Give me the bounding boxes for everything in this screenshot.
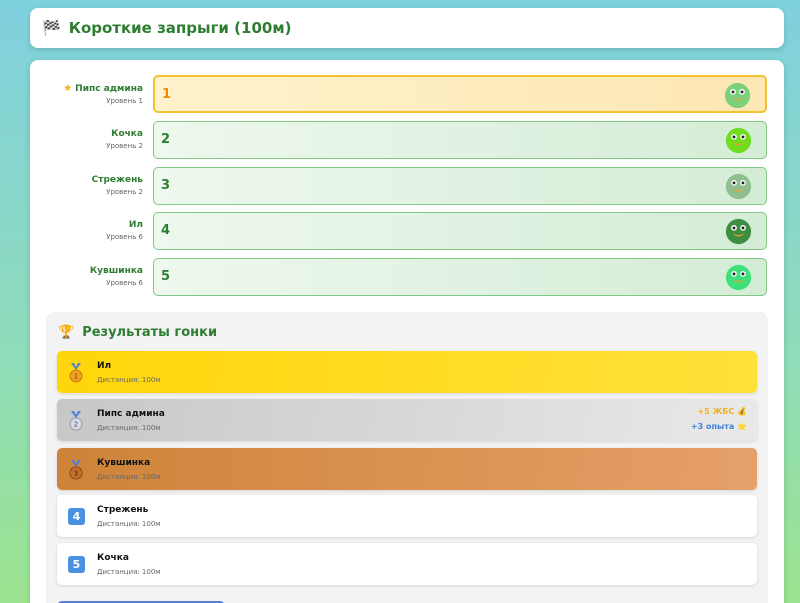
lane-number: 1 — [162, 87, 172, 102]
result-item: 1 Ил Дистанция: 100м — [57, 351, 757, 393]
result-item: 2 Пипс админа Дистанция: 100м +5 ЖБС 💰 +… — [57, 399, 757, 441]
frog-icon — [725, 127, 752, 154]
racer-level: Уровень 2 — [106, 188, 143, 196]
result-distance: Дистанция: 100м — [97, 424, 161, 432]
result-item: 4 Стрежень Дистанция: 100м — [57, 495, 757, 537]
lane-number: 4 — [161, 223, 171, 238]
frog-pupil-right — [741, 272, 745, 276]
frog-icon — [724, 82, 751, 109]
racer-info: Кочка Уровень 2 — [106, 129, 143, 150]
medal-ribbon — [71, 460, 81, 467]
bronze-medal-icon: 3 — [69, 460, 83, 480]
result-name: Пипс админа — [97, 409, 165, 419]
result-name: Кувшинка — [97, 458, 151, 468]
racer-info: Стрежень Уровень 2 — [92, 175, 143, 196]
race-lane: 4 — [153, 212, 767, 250]
lane-number: 3 — [161, 178, 171, 193]
frog-pupil-right — [741, 181, 745, 185]
frog-body — [725, 264, 752, 291]
result-distance: Дистанция: 100м — [97, 376, 161, 384]
frog-icon — [725, 218, 752, 245]
frog-icon — [725, 264, 752, 291]
race-panel: ★ Пипс админа Уровень 1 1 Кочка Уровень 2… — [30, 60, 784, 603]
results-title: Результаты гонки — [82, 325, 218, 340]
result-item: 5 Кочка Дистанция: 100м — [57, 543, 757, 585]
page-title: Короткие запрыги (100м) — [68, 19, 292, 37]
rewards: +5 ЖБС 💰 +3 опыта ⭐ — [691, 407, 747, 431]
result-name: Стрежень — [97, 505, 149, 515]
race-lane: 5 — [153, 258, 767, 296]
result-distance: Дистанция: 100м — [97, 520, 161, 528]
racer-name: Стрежень — [91, 175, 143, 185]
race-lane: 2 — [153, 121, 767, 159]
medal-ribbon — [71, 411, 81, 418]
lane-row: Кочка Уровень 2 2 — [30, 121, 784, 159]
frog-pupil-left — [732, 135, 736, 139]
frog-pupil-left — [732, 181, 736, 185]
racer-level: Уровень 6 — [106, 279, 143, 287]
race-results: 🏆 Результаты гонки 1 Ил Дистанция: 100м … — [46, 312, 768, 603]
result-item: 3 Кувшинка Дистанция: 100м — [57, 448, 757, 490]
place-badge: 5 — [68, 556, 85, 573]
lane-row: Стрежень Уровень 2 3 — [30, 167, 784, 205]
racer-name: Кочка — [111, 129, 143, 139]
coins-reward: +5 ЖБС 💰 — [697, 407, 747, 416]
medal-number: 2 — [74, 421, 78, 429]
result-distance: Дистанция: 100м — [97, 473, 161, 481]
race-lane: 3 — [153, 167, 767, 205]
page-header: 🏁 Короткие запрыги (100м) — [30, 8, 784, 48]
silver-medal-icon: 2 — [69, 411, 83, 431]
result-name: Кочка — [97, 553, 129, 563]
xp-reward: +3 опыта ⭐ — [690, 422, 747, 431]
racer-info: ★ Пипс админа Уровень 1 — [63, 83, 143, 105]
checkered-flag-icon: 🏁 — [42, 19, 61, 37]
place-badge: 4 — [68, 508, 85, 525]
results-header: 🏆 Результаты гонки — [58, 325, 217, 340]
race-lane: 1 — [153, 75, 767, 113]
racer-info: Ил Уровень 6 — [106, 220, 143, 241]
frog-pupil-right — [741, 226, 745, 230]
result-distance: Дистанция: 100м — [97, 568, 161, 576]
result-name: Ил — [97, 361, 112, 371]
lane-number: 5 — [161, 269, 171, 284]
frog-pupil-left — [732, 272, 736, 276]
medal-number: 1 — [74, 373, 78, 381]
lane-row: Кувшинка Уровень 6 5 — [30, 258, 784, 296]
gold-medal-icon: 1 — [69, 363, 83, 383]
racer-level: Уровень 2 — [106, 142, 143, 150]
racer-level: Уровень 1 — [106, 97, 143, 105]
frog-body — [725, 173, 752, 200]
frog-body — [724, 82, 751, 109]
racer-name: Ил — [128, 220, 143, 230]
frog-pupil-right — [740, 90, 744, 94]
racer-name: Пипс админа — [75, 84, 143, 94]
frog-icon — [725, 173, 752, 200]
frog-pupil-left — [732, 226, 736, 230]
frog-pupil-left — [731, 90, 735, 94]
medal-number: 3 — [74, 470, 78, 478]
medal-ribbon — [71, 363, 81, 370]
frog-body — [725, 127, 752, 154]
trophy-icon: 🏆 — [58, 325, 75, 340]
frog-body — [725, 218, 752, 245]
lane-row: Ил Уровень 6 4 — [30, 212, 784, 250]
lane-row: ★ Пипс админа Уровень 1 1 — [30, 75, 784, 113]
racer-info: Кувшинка Уровень 6 — [90, 266, 143, 287]
lane-number: 2 — [161, 132, 171, 147]
racer-name: Кувшинка — [89, 266, 143, 276]
star-icon: ★ — [63, 83, 73, 94]
racer-level: Уровень 6 — [106, 233, 143, 241]
frog-pupil-right — [741, 135, 745, 139]
